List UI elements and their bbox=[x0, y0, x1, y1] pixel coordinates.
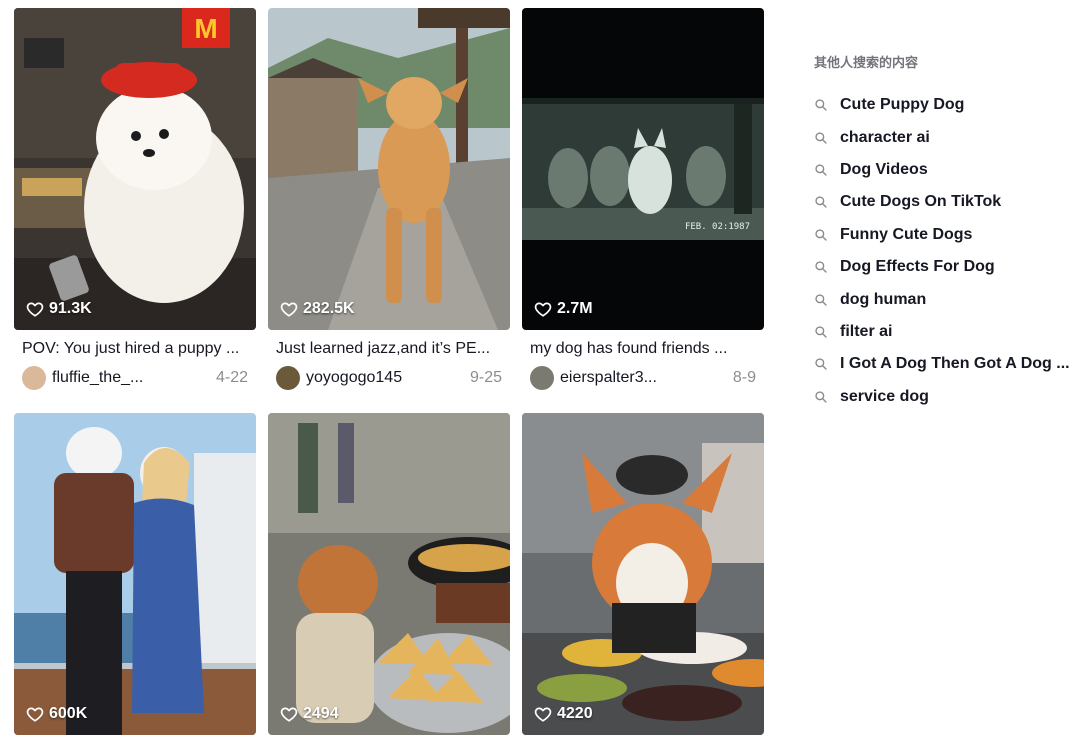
video-card[interactable]: 4220 bbox=[522, 413, 764, 735]
suggestion-label: filter ai bbox=[840, 322, 893, 340]
suggestion-label: Cute Dogs On TikTok bbox=[840, 193, 1002, 211]
like-count: 2494 bbox=[280, 705, 339, 723]
post-date: 4-22 bbox=[215, 369, 248, 386]
video-meta: yoyogogo145 9-25 bbox=[268, 366, 510, 390]
suggestion-item[interactable]: I Got A Dog Then Got A Dog ... bbox=[814, 348, 1080, 380]
search-icon bbox=[815, 261, 827, 273]
search-icon bbox=[815, 196, 827, 209]
search-icon bbox=[815, 99, 827, 111]
suggestion-item[interactable]: Dog Effects For Dog bbox=[814, 251, 1080, 283]
suggestion-item[interactable]: Dog Videos bbox=[814, 154, 1080, 186]
username[interactable]: yoyogogo145 bbox=[306, 369, 470, 387]
suggestion-item[interactable]: Funny Cute Dogs bbox=[814, 219, 1080, 251]
video-card[interactable]: 282.5K Just learned jazz,and it’s PE... … bbox=[268, 8, 510, 390]
like-count-value: 91.3K bbox=[49, 300, 92, 317]
like-count: 600K bbox=[26, 705, 87, 723]
avatar[interactable] bbox=[22, 366, 46, 390]
video-thumbnail-image bbox=[268, 413, 510, 735]
mcdonalds-logo: M bbox=[194, 13, 217, 44]
video-card[interactable]: 2494 bbox=[268, 413, 510, 735]
like-count: 282.5K bbox=[280, 300, 355, 318]
avatar[interactable] bbox=[530, 366, 554, 390]
video-card[interactable]: M 91.3K POV: You just hired a puppy ... … bbox=[14, 8, 256, 390]
suggestion-label: Cute Puppy Dog bbox=[840, 96, 965, 114]
suggestion-item[interactable]: dog human bbox=[814, 283, 1080, 315]
heart-outline-icon bbox=[534, 302, 552, 317]
video-meta: fluffie_the_... 4-22 bbox=[14, 366, 256, 390]
suggestion-item[interactable]: Cute Puppy Dog bbox=[814, 89, 1080, 121]
search-icon bbox=[815, 326, 827, 338]
video-thumbnail[interactable]: 282.5K bbox=[268, 8, 510, 330]
username[interactable]: eierspalter3... bbox=[560, 369, 733, 387]
video-grid: M 91.3K POV: You just hired a puppy ... … bbox=[0, 0, 780, 736]
post-date: 9-25 bbox=[469, 369, 502, 386]
video-thumbnail[interactable]: 4220 bbox=[522, 413, 764, 735]
video-description[interactable]: my dog has found friends ... bbox=[522, 340, 752, 358]
video-meta: eierspalter3... 8-9 bbox=[522, 366, 764, 390]
heart-outline-icon bbox=[280, 707, 298, 722]
video-thumbnail[interactable]: M 91.3K bbox=[14, 8, 256, 330]
avatar[interactable] bbox=[276, 366, 300, 390]
suggestion-item[interactable]: filter ai bbox=[814, 316, 1080, 348]
video-card[interactable]: FEB. 02:1987 2.7M my dog has found frien… bbox=[522, 8, 764, 390]
suggestion-label: I Got A Dog Then Got A Dog ... bbox=[840, 355, 1070, 373]
like-count-value: 282.5K bbox=[303, 300, 355, 317]
search-icon bbox=[815, 131, 827, 144]
search-icon bbox=[815, 164, 827, 176]
like-count: 2.7M bbox=[534, 300, 593, 318]
suggestion-item[interactable]: character ai bbox=[814, 121, 1080, 153]
video-thumbnail[interactable]: FEB. 02:1987 2.7M bbox=[522, 8, 764, 330]
heart-outline-icon bbox=[534, 707, 552, 722]
suggestion-label: service dog bbox=[840, 387, 929, 405]
heart-outline-icon bbox=[26, 302, 44, 317]
like-count-value: 2494 bbox=[303, 705, 339, 722]
suggestion-label: dog human bbox=[840, 290, 927, 308]
related-searches-heading: 其他人搜索的内容 bbox=[814, 55, 919, 70]
video-thumbnail-image: M bbox=[14, 8, 256, 330]
like-count-value: 4220 bbox=[557, 705, 593, 722]
post-date: 8-9 bbox=[732, 369, 756, 386]
like-count: 91.3K bbox=[26, 300, 92, 318]
search-icon bbox=[815, 391, 827, 403]
video-thumbnail-image bbox=[14, 413, 256, 735]
heart-outline-icon bbox=[26, 707, 44, 722]
like-count: 4220 bbox=[534, 705, 593, 723]
suggestion-label: Dog Videos bbox=[840, 160, 928, 178]
suggestion-item[interactable]: Cute Dogs On TikTok bbox=[814, 186, 1080, 218]
search-icon bbox=[815, 358, 827, 370]
video-thumbnail-image bbox=[522, 8, 764, 330]
search-icon bbox=[815, 293, 827, 306]
video-thumbnail[interactable]: 2494 bbox=[268, 413, 510, 735]
related-searches: 其他人搜索的内容 Cute Puppy Dog character ai Dog… bbox=[814, 52, 1080, 413]
search-icon bbox=[815, 229, 827, 241]
suggestion-label: Dog Effects For Dog bbox=[840, 258, 995, 276]
suggestion-label: character ai bbox=[840, 128, 930, 146]
video-description[interactable]: POV: You just hired a puppy ... bbox=[14, 340, 244, 358]
heart-outline-icon bbox=[280, 302, 298, 317]
video-card[interactable]: 600K bbox=[14, 413, 256, 735]
timestamp-overlay: FEB. 02:1987 bbox=[684, 222, 750, 232]
suggestion-item[interactable]: service dog bbox=[814, 381, 1080, 413]
video-thumbnail[interactable]: 600K bbox=[14, 413, 256, 735]
like-count-value: 600K bbox=[49, 705, 88, 722]
suggestion-label: Funny Cute Dogs bbox=[840, 225, 973, 243]
video-thumbnail-image bbox=[268, 8, 510, 330]
username[interactable]: fluffie_the_... bbox=[52, 369, 216, 387]
video-description[interactable]: Just learned jazz,and it’s PE... bbox=[268, 340, 498, 358]
like-count-value: 2.7M bbox=[557, 300, 593, 317]
video-thumbnail-image bbox=[522, 413, 764, 735]
